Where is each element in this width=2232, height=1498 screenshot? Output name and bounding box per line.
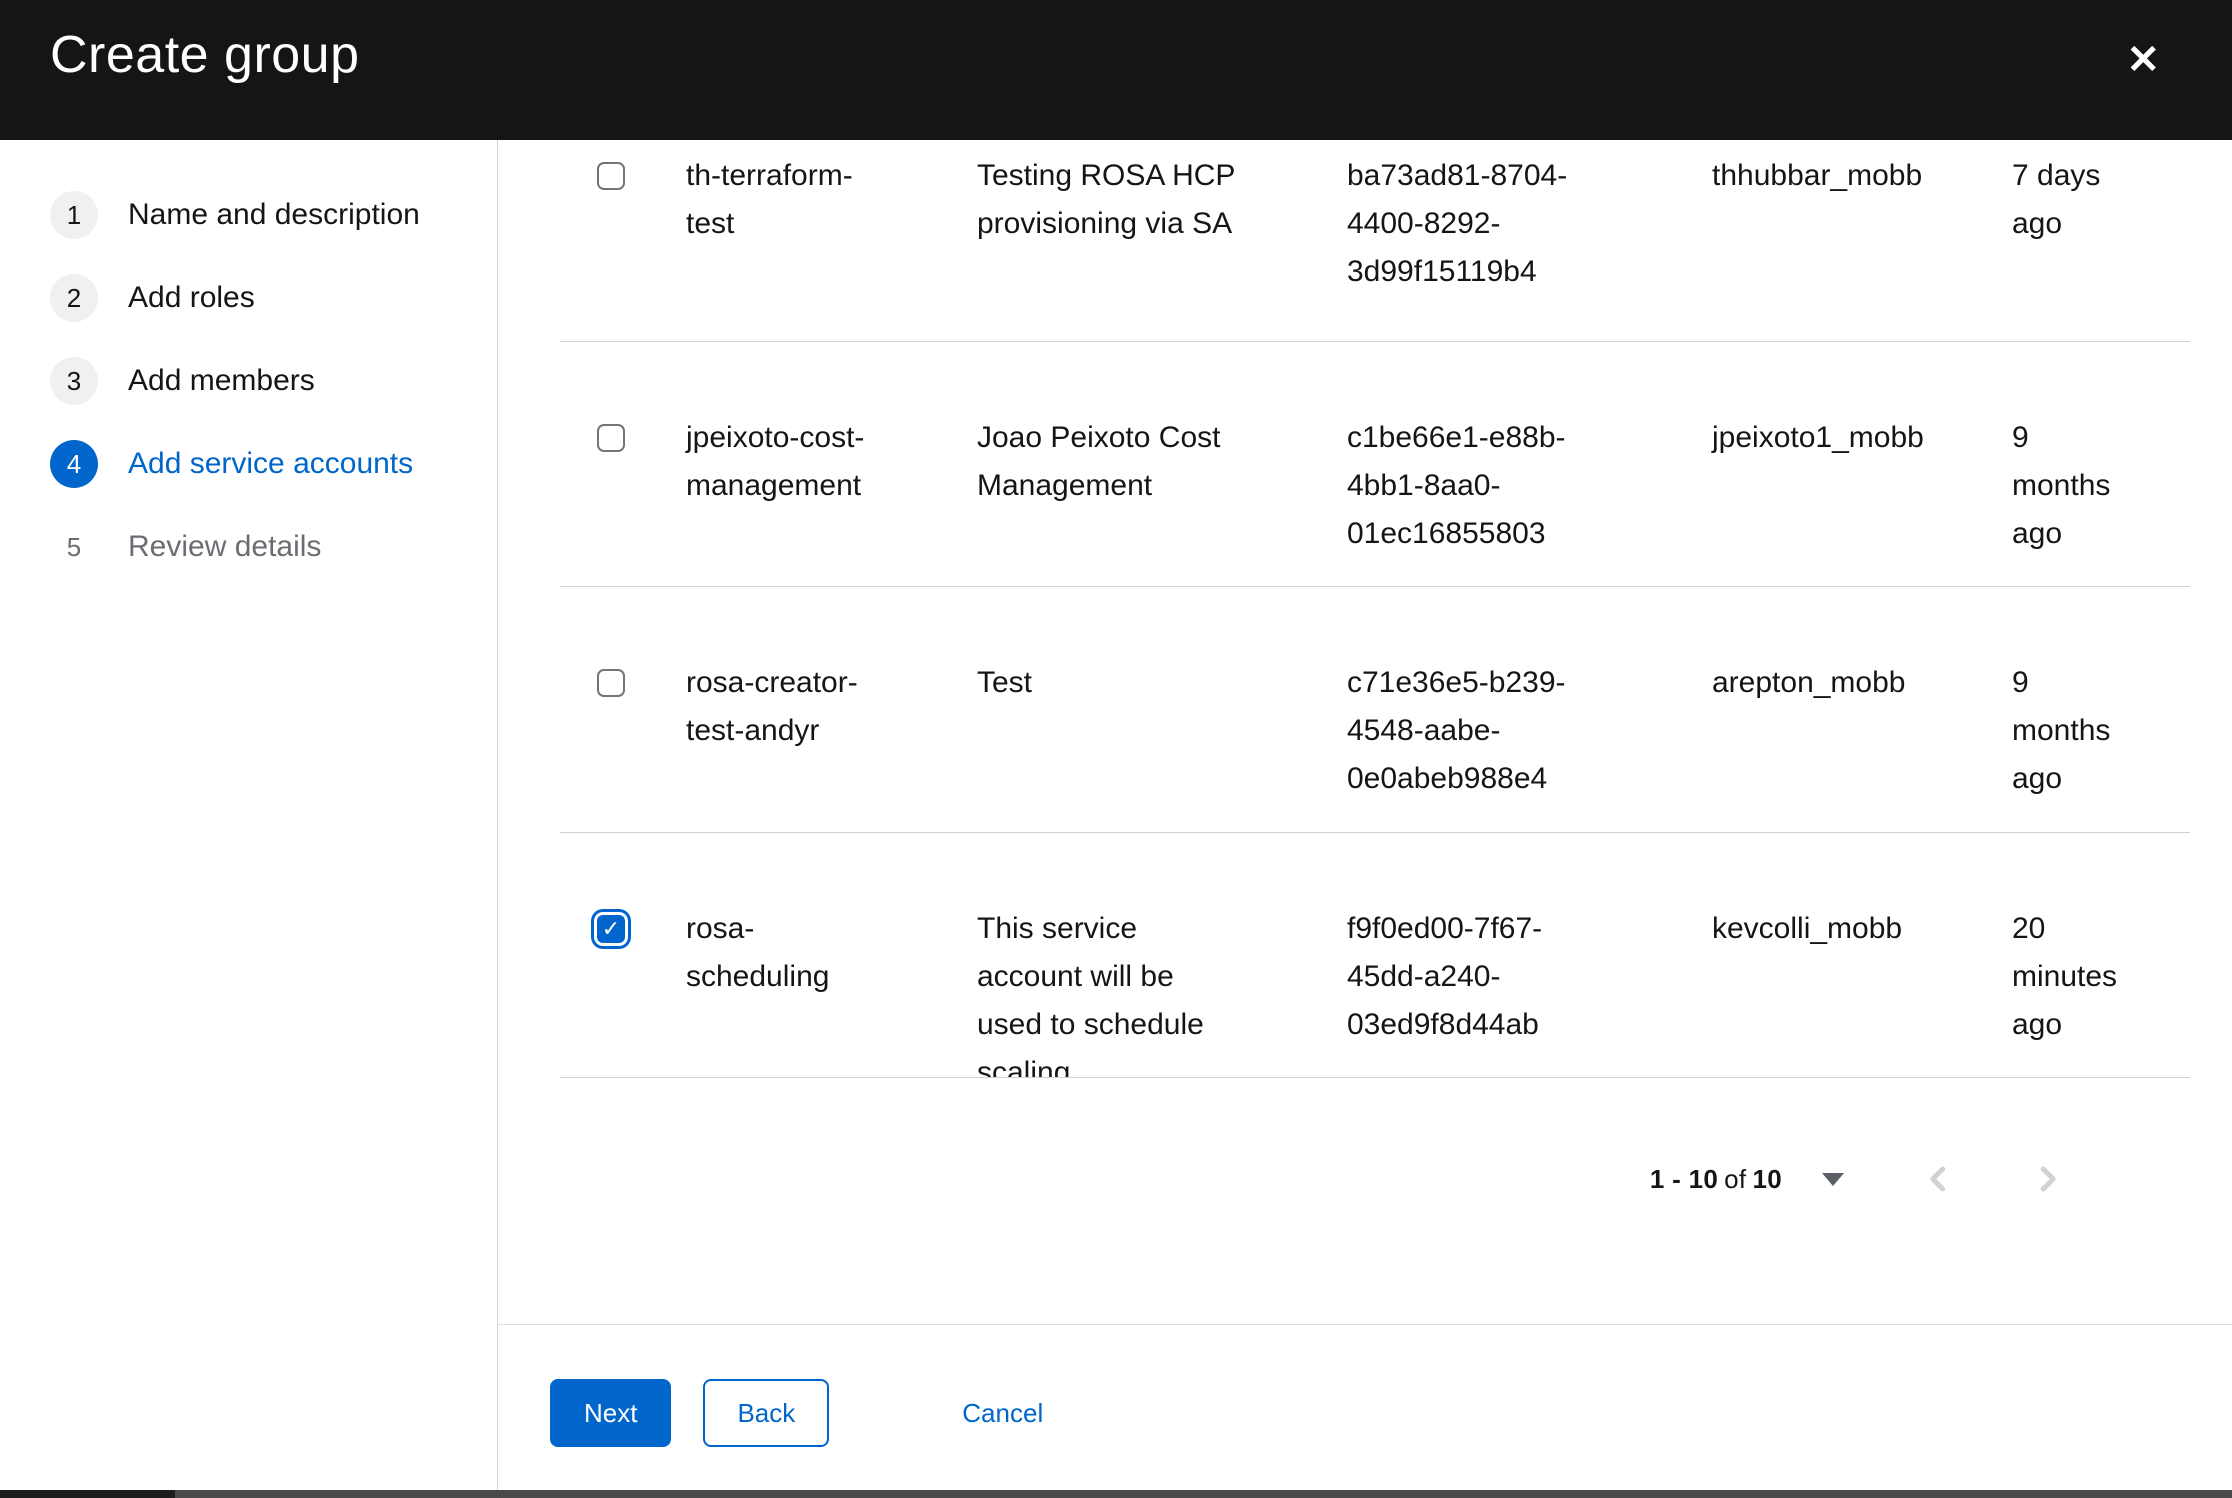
modal-header: Create group ✕ <box>0 0 2232 140</box>
service-account-name: th-terraform-test <box>686 159 853 240</box>
service-account-description: Joao Peixoto Cost Management <box>977 421 1221 502</box>
wizard-main: th-terraform-test Testing ROSA HCP provi… <box>498 140 2232 1490</box>
previous-page-button[interactable] <box>1916 1154 1962 1204</box>
client-id: ba73ad81-8704-4400-8292-3d99f15119b4 <box>1347 159 1568 288</box>
next-button[interactable]: Next <box>550 1379 672 1447</box>
owner: kevcolli_mobb <box>1712 912 1903 945</box>
pagination-range: 1 - 10 <box>1649 1163 1719 1194</box>
owner: jpeixoto1_mobb <box>1712 421 1924 454</box>
wizard-nav: 1 Name and description 2 Add roles 3 Add… <box>0 140 498 1490</box>
check-icon: ✓ <box>601 916 621 941</box>
step-number-badge: 4 <box>50 440 98 488</box>
owner: arepton_mobb <box>1712 666 1906 699</box>
time-created: 9 months ago <box>2012 666 2111 795</box>
service-account-description: This service account will be used to sch… <box>977 912 1204 1078</box>
pagination-summary: 1 - 10 of 10 <box>1650 1164 1782 1195</box>
chevron-right-icon <box>2032 1162 2062 1196</box>
row-checkbox[interactable] <box>597 424 625 452</box>
row-checkbox-checked[interactable]: ✓ <box>597 915 625 943</box>
wizard-step-review-details[interactable]: 5 Review details <box>0 523 497 571</box>
row-checkbox[interactable] <box>597 162 625 190</box>
time-created: 20 minutes ago <box>2012 912 2118 1041</box>
wizard-step-add-service-accounts[interactable]: 4 Add service accounts <box>0 440 497 488</box>
pagination-of-label: of <box>1724 1163 1747 1194</box>
client-id: f9f0ed00-7f67-45dd-a240-03ed9f8d44ab <box>1347 912 1543 1041</box>
step-number-badge: 3 <box>50 357 98 405</box>
close-button[interactable]: ✕ <box>2114 32 2172 88</box>
table-row: jpeixoto-cost-management Joao Peixoto Co… <box>560 342 2190 587</box>
step-label: Review details <box>128 530 322 563</box>
step-label: Name and description <box>128 198 420 231</box>
step-label: Add service accounts <box>128 447 414 480</box>
next-page-button[interactable] <box>2024 1154 2070 1204</box>
step-number-badge: 5 <box>66 531 82 562</box>
wizard-step-add-members[interactable]: 3 Add members <box>0 357 497 405</box>
service-accounts-table: th-terraform-test Testing ROSA HCP provi… <box>498 140 2232 1324</box>
wizard-step-name-and-description[interactable]: 1 Name and description <box>0 191 497 239</box>
modal-title: Create group <box>50 26 360 84</box>
create-group-modal: Create group ✕ 1 Name and description 2 … <box>0 0 2232 1498</box>
back-button[interactable]: Back <box>703 1379 830 1447</box>
service-account-description: Testing ROSA HCP provisioning via SA <box>977 159 1235 240</box>
horizontal-scrollbar[interactable] <box>0 1490 2232 1498</box>
service-account-name: rosa-creator-test-andyr <box>686 666 858 747</box>
per-page-menu-toggle[interactable] <box>1812 1163 1854 1196</box>
step-label: Add members <box>128 364 315 397</box>
owner: thhubbar_mobb <box>1712 159 1923 192</box>
time-created: 7 days ago <box>2012 159 2101 240</box>
service-account-description: Test <box>977 666 1033 699</box>
wizard-footer: Next Back Cancel <box>498 1324 2232 1490</box>
step-number-badge: 1 <box>50 191 98 239</box>
scrollbar-thumb[interactable] <box>0 1490 175 1498</box>
close-icon: ✕ <box>2126 38 2160 82</box>
table-row: ✓ rosa-scheduling This service account w… <box>560 833 2190 1078</box>
table-row: rosa-creator-test-andyr Test c71e36e5-b2… <box>560 587 2190 833</box>
pagination: 1 - 10 of 10 <box>560 1114 2190 1244</box>
chevron-left-icon <box>1924 1162 1954 1196</box>
table-row: th-terraform-test Testing ROSA HCP provi… <box>560 140 2190 342</box>
service-account-name: rosa-scheduling <box>686 912 830 993</box>
client-id: c1be66e1-e88b-4bb1-8aa0-01ec16855803 <box>1347 421 1566 550</box>
step-number-badge: 2 <box>50 274 98 322</box>
wizard-step-add-roles[interactable]: 2 Add roles <box>0 274 497 322</box>
step-label: Add roles <box>128 281 255 314</box>
service-account-name: jpeixoto-cost-management <box>686 421 865 502</box>
row-checkbox[interactable] <box>597 669 625 697</box>
modal-body: 1 Name and description 2 Add roles 3 Add… <box>0 140 2232 1490</box>
caret-down-icon <box>1822 1172 1844 1186</box>
pagination-total: 10 <box>1752 1163 1782 1194</box>
client-id: c71e36e5-b239-4548-aabe-0e0abeb988e4 <box>1347 666 1566 795</box>
cancel-button[interactable]: Cancel <box>952 1379 1053 1447</box>
time-created: 9 months ago <box>2012 421 2111 550</box>
